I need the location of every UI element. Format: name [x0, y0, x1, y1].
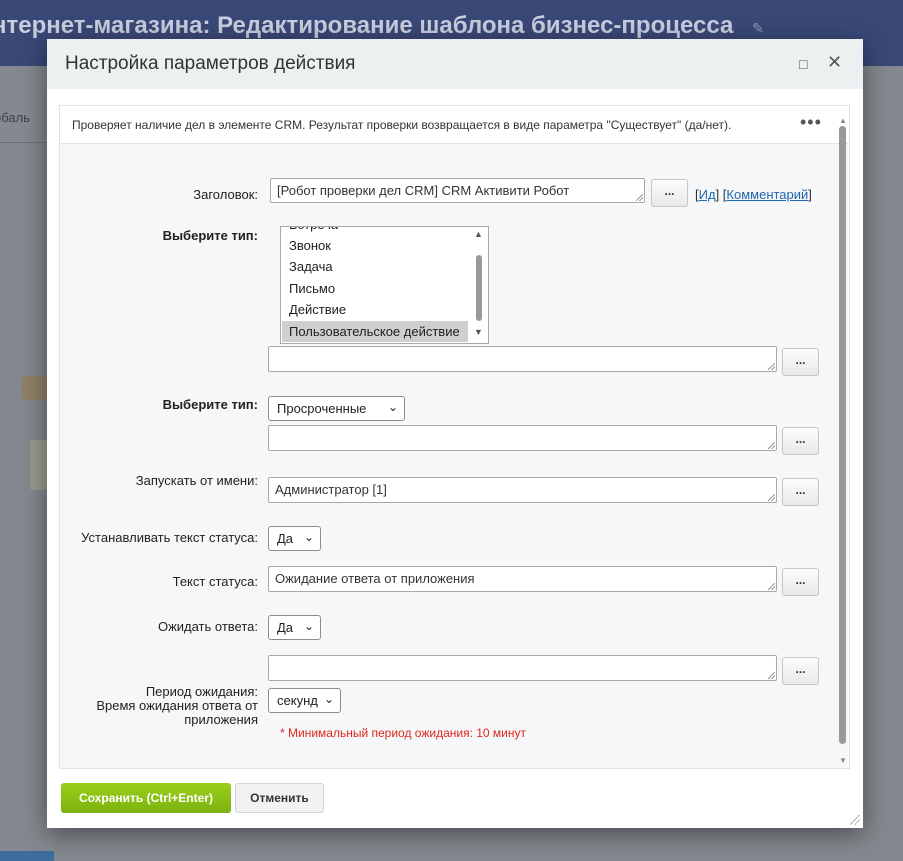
period-expression-input[interactable]: [268, 655, 777, 681]
dialog-content: Проверяет наличие дел в элементе CRM. Ре…: [59, 105, 850, 769]
list-item[interactable]: Письмо: [282, 278, 468, 299]
wait-value: Да: [277, 620, 294, 635]
resize-handle-icon[interactable]: [768, 672, 775, 679]
period-unit-select[interactable]: секунд ⌄: [268, 688, 341, 713]
cancel-button[interactable]: Отменить: [235, 783, 324, 813]
type-expression-input[interactable]: [268, 346, 777, 372]
background-chip: [30, 440, 48, 490]
status-text-input[interactable]: Ожидание ответа от приложения: [268, 566, 777, 592]
action-settings-dialog: Настройка параметров действия □ ✕ Провер…: [47, 39, 863, 828]
period-unit-value: секунд: [277, 693, 318, 708]
run-as-value: Администратор [1]: [275, 482, 387, 497]
background-button: [0, 851, 54, 861]
list-item[interactable]: Действие: [282, 299, 468, 320]
dialog-title: Настройка параметров действия: [65, 53, 356, 74]
content-scrollbar[interactable]: ▲ ▼: [837, 116, 849, 766]
more-icon[interactable]: •••: [800, 112, 822, 133]
list-item-selected[interactable]: Пользовательское действие: [282, 321, 468, 342]
background-chip: [22, 376, 48, 400]
comment-link[interactable]: Комментарий: [726, 187, 808, 202]
background-page-title: нтернет-магазина: Редактирование шаблона…: [0, 12, 734, 39]
description-bar: Проверяет наличие дел в элементе CRM. Ре…: [60, 106, 849, 144]
set-status-select[interactable]: Да ⌄: [268, 526, 321, 551]
listbox-up-icon[interactable]: ▲: [474, 229, 483, 239]
listbox-down-icon[interactable]: ▼: [474, 327, 483, 337]
chevron-down-icon: ⌄: [323, 692, 334, 706]
scroll-thumb[interactable]: [839, 126, 846, 744]
run-as-ellipsis-button[interactable]: ...: [782, 478, 819, 506]
deadline-type-value: Просроченные: [277, 401, 367, 416]
dialog-resize-icon[interactable]: [850, 815, 860, 825]
resize-handle-icon[interactable]: [768, 442, 775, 449]
title-ellipsis-button[interactable]: ...: [651, 179, 688, 207]
title-links: [Ид] [Комментарий]: [695, 187, 812, 202]
status-text-ellipsis-button[interactable]: ...: [782, 568, 819, 596]
period-label-line: приложения: [184, 712, 258, 727]
period-label: Период ожидания: Время ожидания ответа о…: [70, 685, 258, 727]
background-side-text: обаль: [0, 110, 30, 125]
listbox-scroll-thumb[interactable]: [476, 255, 482, 321]
dialog-header: Настройка параметров действия □ ✕: [47, 39, 863, 89]
scroll-down-icon[interactable]: ▼: [839, 756, 847, 765]
min-period-warning: * Минимальный период ожидания: 10 минут: [280, 726, 526, 740]
type-ellipsis-button[interactable]: ...: [782, 348, 819, 376]
resize-handle-icon[interactable]: [768, 363, 775, 370]
resize-handle-icon[interactable]: [768, 583, 775, 590]
resize-handle-icon[interactable]: [768, 494, 775, 501]
title-input[interactable]: [Робот проверки дел CRM] CRM Активити Ро…: [270, 178, 645, 203]
activity-type-listbox[interactable]: Встреча Звонок Задача Письмо Действие По…: [280, 226, 489, 344]
id-link[interactable]: Ид: [699, 187, 716, 202]
set-status-label: Устанавливать текст статуса:: [81, 530, 258, 545]
run-as-label: Запускать от имени:: [135, 473, 258, 488]
close-icon[interactable]: ✕: [827, 53, 842, 71]
wait-label: Ожидать ответа:: [157, 619, 258, 634]
title-input-value: [Робот проверки дел CRM] CRM Активити Ро…: [277, 183, 570, 198]
background-divider: [0, 142, 50, 143]
type2-ellipsis-button[interactable]: ...: [782, 427, 819, 455]
action-description: Проверяет наличие дел в элементе CRM. Ре…: [72, 118, 732, 132]
scroll-up-icon[interactable]: ▲: [839, 116, 847, 125]
run-as-input[interactable]: Администратор [1]: [268, 477, 777, 503]
set-status-value: Да: [277, 531, 294, 546]
chevron-down-icon: ⌄: [303, 619, 314, 633]
list-item[interactable]: Задача: [282, 256, 468, 277]
period-label-line: Время ожидания ответа от: [96, 698, 258, 713]
type2-expression-input[interactable]: [268, 425, 777, 451]
deadline-type-select[interactable]: Просроченные ⌄: [268, 396, 405, 421]
status-text-value: Ожидание ответа от приложения: [275, 571, 475, 586]
period-ellipsis-button[interactable]: ...: [782, 657, 819, 685]
period-label-line: Период ожидания:: [145, 684, 258, 699]
wait-select[interactable]: Да ⌄: [268, 615, 321, 640]
status-text-label: Текст статуса:: [172, 574, 258, 589]
pin-icon: ✎: [752, 20, 764, 36]
type-label: Выберите тип:: [162, 228, 258, 243]
type2-label: Выберите тип:: [162, 397, 258, 412]
title-label: Заголовок:: [193, 187, 258, 202]
list-item[interactable]: Звонок: [282, 235, 468, 256]
maximize-icon[interactable]: □: [799, 55, 807, 73]
chevron-down-icon: ⌄: [387, 400, 398, 414]
list-item[interactable]: Встреча: [282, 227, 468, 235]
resize-handle-icon[interactable]: [636, 194, 643, 201]
save-button[interactable]: Сохранить (Ctrl+Enter): [61, 783, 231, 813]
chevron-down-icon: ⌄: [303, 530, 314, 544]
